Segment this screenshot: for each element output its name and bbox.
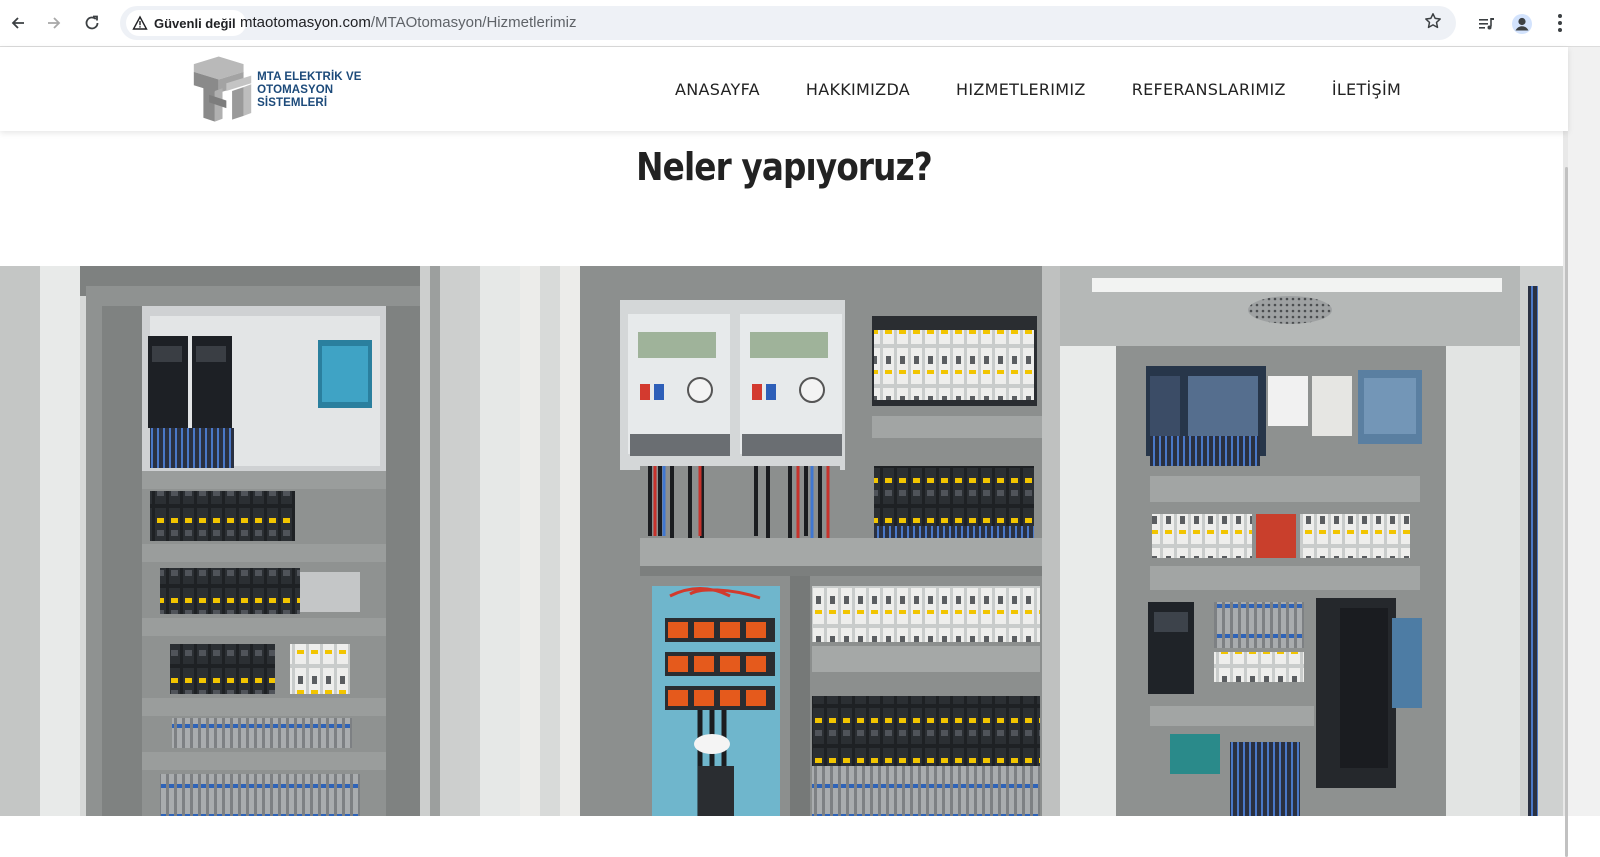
panel-photo-1 xyxy=(0,266,520,816)
profile-icon[interactable] xyxy=(1508,10,1536,38)
logo-line1: MTA ELEKTRİK VE xyxy=(257,70,362,83)
security-chip[interactable]: Güvenli değil xyxy=(126,10,246,36)
back-icon[interactable] xyxy=(4,9,32,37)
page-scrollbar[interactable] xyxy=(1563,47,1600,857)
site-logo[interactable]: MTA ELEKTRİK VE OTOMASYON SİSTEMLERİ xyxy=(190,53,400,127)
nav-item-hakkimizda[interactable]: HAKKIMIZDA xyxy=(806,80,910,99)
reload-icon[interactable] xyxy=(78,9,106,37)
logo-mark xyxy=(193,56,252,122)
nav-item-hizmetlerimiz[interactable]: HIZMETLERIMIZ xyxy=(956,80,1086,99)
logo-line2: OTOMASYON SİSTEMLERİ xyxy=(257,83,334,109)
main-nav: ANASAYFA HAKKIMIZDA HIZMETLERIMIZ REFERA… xyxy=(675,47,1401,131)
address-bar[interactable]: Güvenli değil mtaotomasyon.com/MTAOtomas… xyxy=(120,6,1456,40)
nav-item-referanslarimiz[interactable]: REFERANSLARIMIZ xyxy=(1132,80,1286,99)
logo-text: MTA ELEKTRİK VE OTOMASYON SİSTEMLERİ xyxy=(257,71,400,110)
nav-item-iletisim[interactable]: İLETİŞİM xyxy=(1332,80,1401,99)
site-header: MTA ELEKTRİK VE OTOMASYON SİSTEMLERİ ANA… xyxy=(0,47,1568,131)
star-icon[interactable] xyxy=(1424,12,1442,35)
warning-icon xyxy=(132,15,148,30)
menu-icon[interactable] xyxy=(1553,9,1567,37)
scrollbar-thumb[interactable] xyxy=(1565,167,1568,857)
services-gallery xyxy=(0,266,1563,816)
url-text[interactable]: mtaotomasyon.com/MTAOtomasyon/Hizmetleri… xyxy=(240,14,576,31)
media-icon[interactable] xyxy=(1472,10,1500,38)
url-host: mtaotomasyon.com xyxy=(240,14,371,31)
url-path: /MTAOtomasyon/Hizmetlerimiz xyxy=(370,14,577,31)
panel-photo-2 xyxy=(520,266,1042,816)
page-title: Neler yapıyoruz? xyxy=(636,145,933,189)
panel-photo-3 xyxy=(1042,266,1563,816)
security-label: Güvenli değil xyxy=(154,15,236,31)
browser-toolbar: Güvenli değil mtaotomasyon.com/MTAOtomas… xyxy=(0,0,1600,47)
nav-item-anasayfa[interactable]: ANASAYFA xyxy=(675,80,760,99)
forward-icon[interactable] xyxy=(40,9,68,37)
